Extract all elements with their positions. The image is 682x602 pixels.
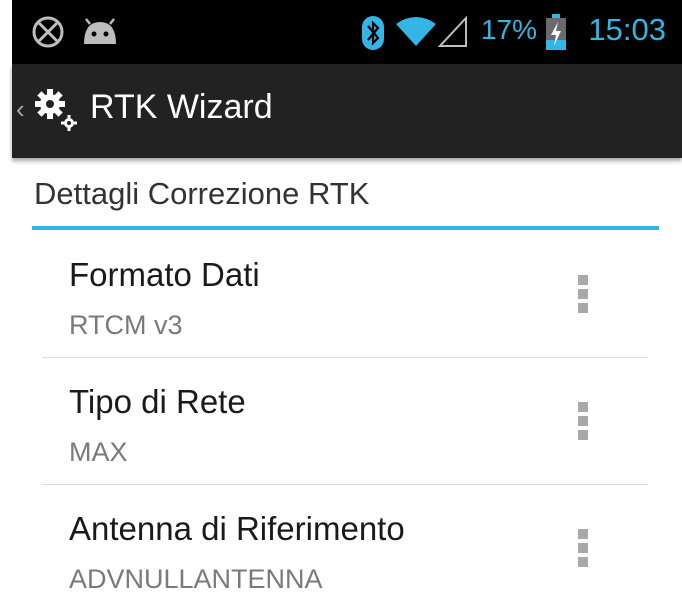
- gear-icon: [32, 86, 82, 141]
- battery-charging-icon: [546, 14, 566, 55]
- row-divider: [42, 357, 648, 358]
- section-divider: [32, 226, 659, 230]
- preference-title: Tipo di Rete: [69, 383, 246, 420]
- preference-summary: ADVNULLANTENNA: [69, 564, 323, 594]
- status-time: 15:03: [588, 12, 666, 47]
- section-title: Dettagli Correzione RTK: [34, 176, 370, 211]
- preference-antenna-di-riferimento[interactable]: Antenna di Riferimento ADVNULLANTENNA: [42, 486, 648, 602]
- screen-edge: [0, 0, 12, 602]
- screen: 17% 15:03 ‹ RTK Wizard Dettagli Correzio…: [0, 0, 682, 602]
- up-button[interactable]: ‹: [12, 64, 86, 158]
- gps-off-icon: [30, 14, 66, 55]
- cell-signal-icon: [437, 15, 468, 53]
- preference-title: Formato Dati: [69, 256, 260, 293]
- action-bar: ‹ RTK Wizard: [12, 64, 682, 158]
- battery-percent: 17%: [480, 14, 537, 45]
- overflow-menu-icon[interactable]: [578, 402, 592, 444]
- status-bar: 17% 15:03: [12, 0, 682, 64]
- preference-tipo-di-rete[interactable]: Tipo di Rete MAX: [42, 359, 648, 485]
- preference-summary: RTCM v3: [69, 310, 183, 340]
- android-debug-icon: [80, 18, 120, 51]
- overflow-menu-icon[interactable]: [578, 275, 592, 317]
- row-divider: [42, 484, 648, 485]
- preference-title: Antenna di Riferimento: [69, 510, 405, 547]
- wifi-icon: [396, 16, 436, 53]
- bluetooth-icon: [362, 16, 384, 55]
- chevron-left-icon: ‹: [16, 94, 25, 124]
- action-bar-title: RTK Wizard: [90, 88, 273, 126]
- preference-summary: MAX: [69, 437, 128, 467]
- preference-formato-dati[interactable]: Formato Dati RTCM v3: [42, 232, 648, 358]
- overflow-menu-icon[interactable]: [578, 529, 592, 571]
